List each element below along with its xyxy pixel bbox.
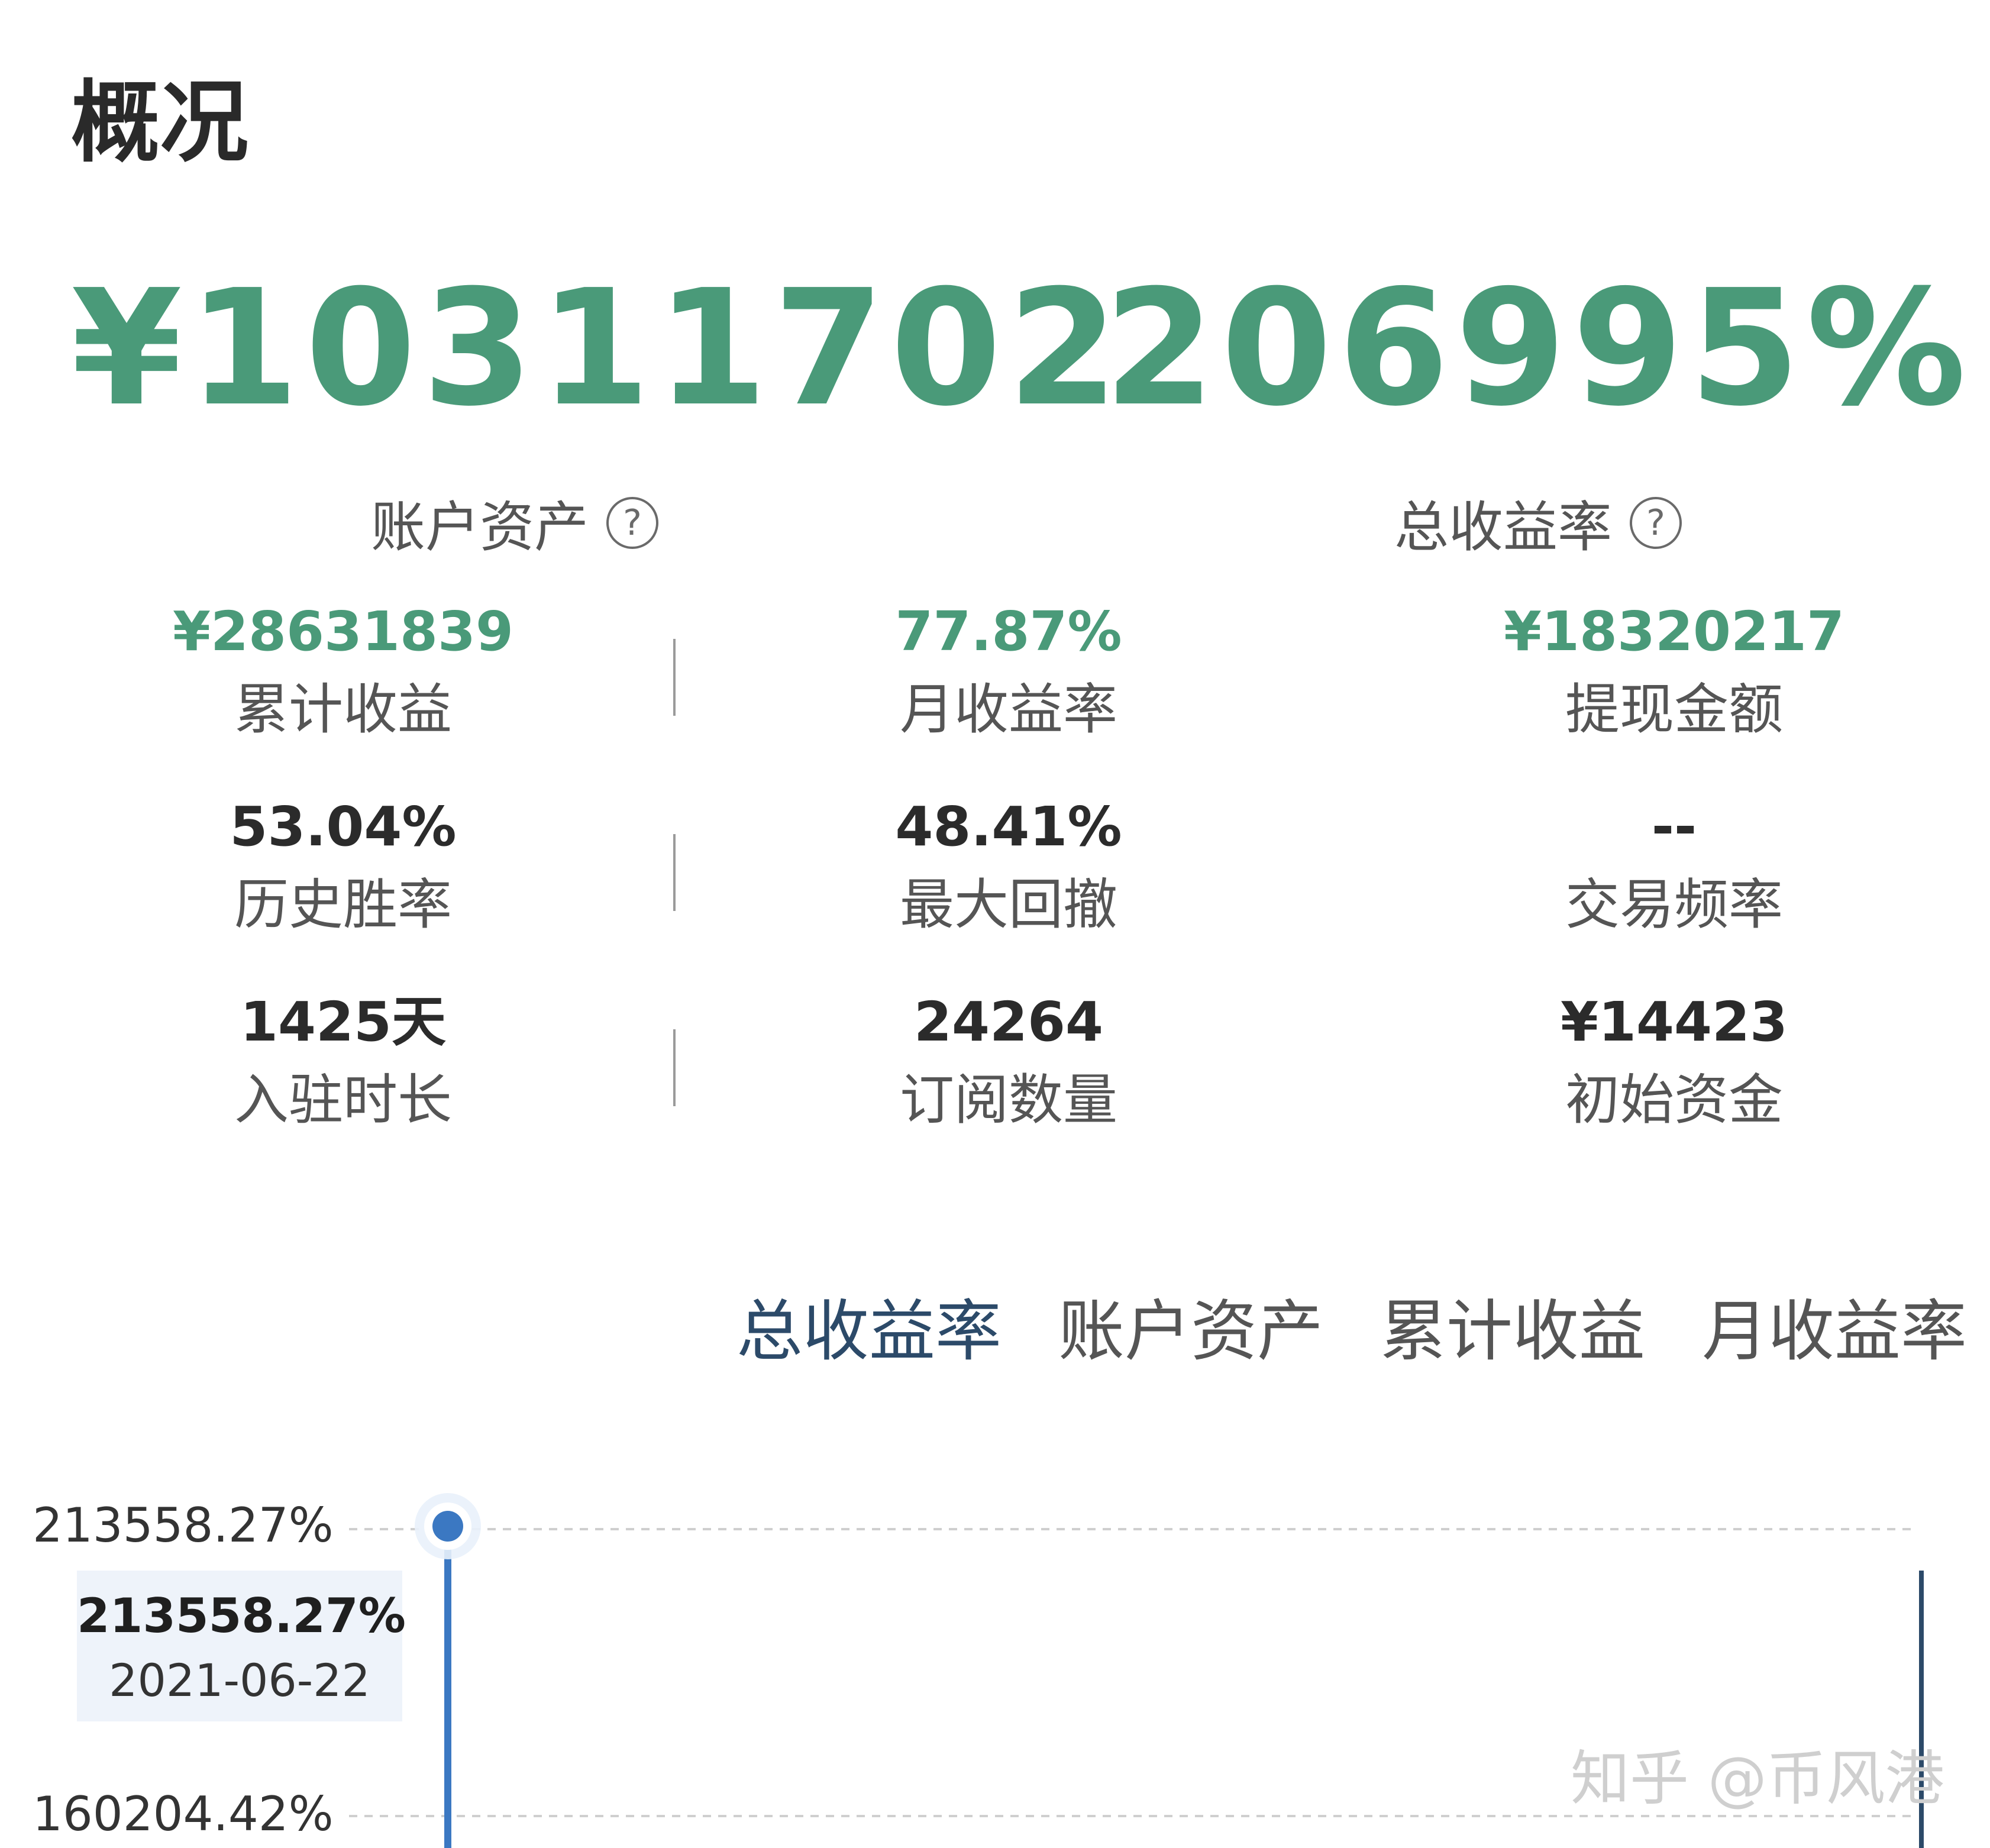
- stat-monthly-return: 77.87% 月收益率: [742, 597, 1275, 742]
- column-divider: [673, 834, 676, 911]
- stat-value: ¥18320217: [1503, 600, 1845, 663]
- account-assets-value: ¥10311702: [71, 255, 1125, 441]
- total-return-block: 206995% 总收益率 ?: [1094, 260, 1982, 562]
- overview-page: 概况 ¥10311702 账户资产 ? 206995% 总收益率 ? ¥2863…: [0, 0, 1990, 1848]
- help-icon[interactable]: ?: [606, 496, 658, 549]
- tab-monthly-return[interactable]: 月收益率: [1702, 1278, 1967, 1374]
- stat-value: --: [1651, 795, 1697, 858]
- stat-subscriptions: 24264 订阅数量: [742, 988, 1275, 1133]
- tooltip-value: 213558.27%: [77, 1588, 406, 1643]
- tooltip-date: 2021-06-22: [109, 1654, 370, 1707]
- stat-value: ¥14423: [1560, 990, 1788, 1054]
- y-tick-label: 160204.42%: [33, 1786, 334, 1841]
- stat-max-drawdown: 48.41% 最大回撤: [742, 793, 1275, 938]
- chart-tabs: 总收益率 账户资产 累计收益 月收益率: [736, 1278, 1967, 1374]
- account-assets-label-row: 账户资产 ?: [71, 483, 958, 562]
- watermark: 知乎 @币风港: [1571, 1744, 1944, 1813]
- stat-initial-capital: ¥14423 初始资金: [1408, 988, 1940, 1133]
- stat-cumulative-profit: ¥28631839 累计收益: [77, 597, 609, 742]
- stat-label: 最大回撤: [899, 873, 1117, 936]
- tab-total-return[interactable]: 总收益率: [736, 1278, 1002, 1374]
- stat-value: ¥28631839: [172, 600, 514, 663]
- stat-withdrawal-amount: ¥18320217 提现金额: [1408, 597, 1940, 742]
- stat-trade-frequency: -- 交易频率: [1408, 793, 1940, 938]
- tab-account-assets[interactable]: 账户资产: [1058, 1278, 1323, 1374]
- page-title: 概况: [71, 72, 249, 175]
- stat-tenure: 1425天 入驻时长: [77, 988, 609, 1133]
- total-return-label: 总收益率: [1394, 496, 1612, 559]
- stat-label: 累计收益: [234, 678, 452, 741]
- stat-value: 53.04%: [230, 795, 457, 858]
- chart-tooltip: 213558.27% 2021-06-22: [77, 1571, 406, 1721]
- data-point[interactable]: [432, 1511, 463, 1542]
- tab-cumulative-profit[interactable]: 累计收益: [1380, 1278, 1645, 1374]
- y-tick-label: 213558.27%: [33, 1498, 334, 1553]
- stat-label: 交易频率: [1565, 873, 1783, 936]
- total-return-label-row: 总收益率 ?: [1094, 483, 1982, 562]
- stat-win-rate: 53.04% 历史胜率: [77, 793, 609, 938]
- stat-label: 初始资金: [1565, 1068, 1783, 1132]
- stat-label: 月收益率: [899, 678, 1117, 741]
- stat-value: 24264: [913, 990, 1104, 1054]
- column-divider: [673, 639, 676, 716]
- stat-label: 订阅数量: [899, 1068, 1117, 1132]
- stat-value: 48.41%: [895, 795, 1122, 858]
- stat-value: 1425天: [240, 990, 447, 1054]
- stat-label: 历史胜率: [234, 873, 452, 936]
- stat-label: 提现金额: [1565, 678, 1783, 741]
- stat-value: 77.87%: [895, 600, 1122, 663]
- account-assets-label: 账户资产: [370, 496, 589, 559]
- total-return-value: 206995%: [1104, 255, 1972, 441]
- column-divider: [673, 1029, 676, 1106]
- help-icon[interactable]: ?: [1630, 496, 1682, 549]
- stat-label: 入驻时长: [234, 1068, 452, 1132]
- stats-grid: ¥28631839 累计收益 77.87% 月收益率 ¥18320217 提现金…: [0, 597, 1990, 1159]
- account-assets-block: ¥10311702 账户资产 ?: [71, 255, 1125, 562]
